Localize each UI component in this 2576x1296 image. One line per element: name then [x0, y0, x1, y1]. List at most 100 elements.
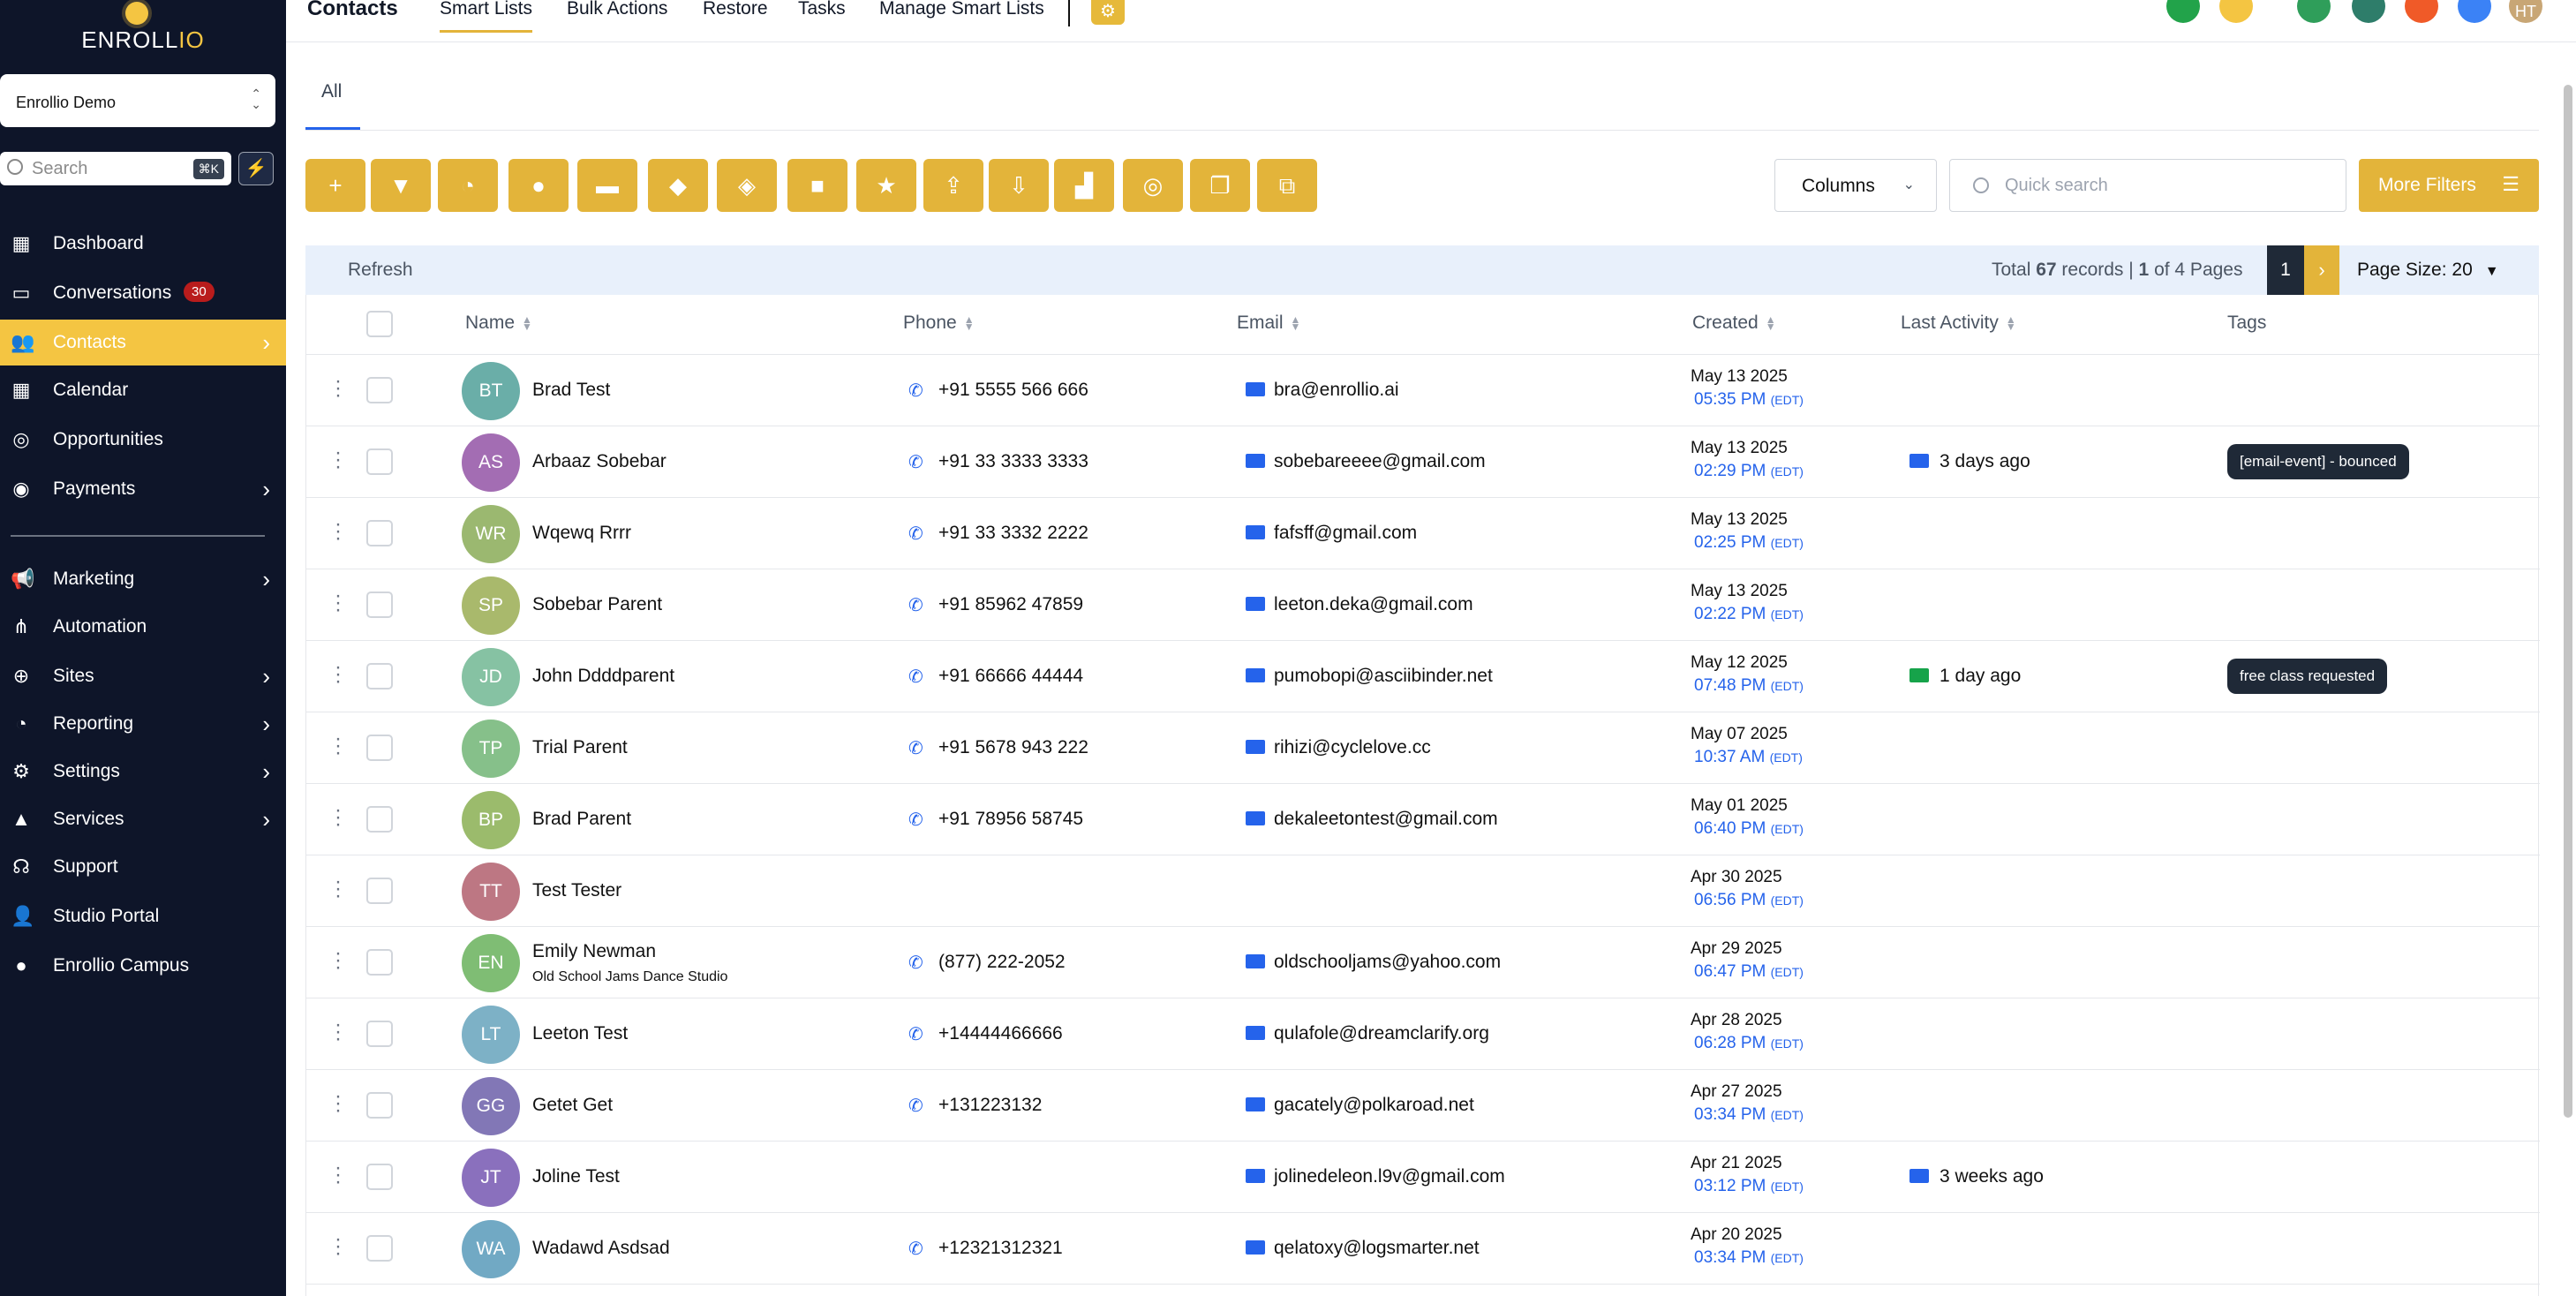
contact-email[interactable]: jolinedeleon.l9v@gmail.com	[1274, 1166, 1505, 1187]
whatsapp-button[interactable]: ◎	[1123, 159, 1183, 212]
table-row[interactable]: · · · GG Getet Get ✆ +131223132 gacately@polkar…	[306, 1070, 2540, 1142]
contact-name[interactable]: Emily Newman	[532, 941, 656, 962]
table-row[interactable]: · · · BP Brad Parent ✆ +91 78956 58745 dekaleet…	[306, 784, 2540, 855]
contact-name[interactable]: John Ddddparent	[532, 666, 674, 687]
header-name[interactable]: Name ▲ ▼	[465, 313, 532, 334]
contact-phone[interactable]: +12321312321	[938, 1238, 1063, 1259]
phone-icon[interactable]: ✆	[908, 594, 923, 616]
table-row[interactable]: · · · JT Joline Test jolinedeleon.l9v@gmail.c…	[306, 1142, 2540, 1213]
row-menu-icon[interactable]: · · ·	[335, 800, 342, 835]
row-checkbox[interactable]	[366, 1235, 393, 1262]
row-menu-icon[interactable]: · · ·	[335, 514, 342, 549]
contact-name[interactable]: Wadawd Asdsad	[532, 1238, 670, 1259]
phone-icon[interactable]: ✆	[908, 523, 923, 545]
sidebar-item-automation[interactable]: ⋔ Automation	[0, 604, 286, 650]
merge-button[interactable]: ⧉	[1257, 159, 1317, 212]
contact-phone[interactable]: +91 33 3332 2222	[938, 523, 1088, 544]
row-checkbox[interactable]	[366, 878, 393, 904]
page-scrollbar[interactable]	[2564, 85, 2572, 1118]
workflow-button[interactable]: ◔	[438, 159, 498, 212]
contact-email[interactable]: sobebareeee@gmail.com	[1274, 451, 1486, 472]
mail-icon[interactable]	[1246, 1097, 1265, 1111]
refresh-button[interactable]: Refresh	[348, 260, 413, 281]
select-all-checkbox[interactable]	[366, 311, 393, 337]
sidebar-item-calendar[interactable]: ▦ Calendar	[0, 367, 286, 413]
row-menu-icon[interactable]: · · ·	[335, 1157, 342, 1193]
sidebar-item-enrollio-campus[interactable]: ● Enrollio Campus	[0, 943, 286, 989]
phone-icon[interactable]: ✆	[908, 737, 923, 759]
add-tag-button[interactable]: ◆	[648, 159, 708, 212]
row-checkbox[interactable]	[366, 520, 393, 546]
contact-phone[interactable]: +91 5555 566 666	[938, 380, 1088, 401]
tag-badge[interactable]: [email-event] - bounced	[2227, 444, 2409, 479]
email-button[interactable]: ▬	[577, 159, 637, 212]
delete-button[interactable]: ■	[787, 159, 847, 212]
sidebar-item-reporting[interactable]: ◔ Reporting ›	[0, 701, 286, 747]
contact-email[interactable]: fafsff@gmail.com	[1274, 523, 1417, 544]
table-row[interactable]: · · · LT Leeton Test ✆ +14444466666 qulafole@dr…	[306, 998, 2540, 1070]
phone-icon[interactable]	[2297, 0, 2331, 23]
contact-phone[interactable]: +91 78956 58745	[938, 809, 1083, 830]
row-menu-icon[interactable]: · · ·	[335, 442, 342, 478]
contact-name[interactable]: Brad Parent	[532, 809, 631, 830]
contact-email[interactable]: bra@enrollio.ai	[1274, 380, 1399, 401]
contact-name[interactable]: Arbaaz Sobebar	[532, 451, 667, 472]
table-row[interactable]: · · · TT Test Tester Apr 30 2025 06:56 PM (EDT…	[306, 855, 2540, 927]
mail-icon[interactable]	[1246, 597, 1265, 611]
account-switcher[interactable]: Enrollio Demo ⌃ ⌄	[0, 74, 275, 127]
mail-icon[interactable]	[1246, 668, 1265, 682]
help-icon[interactable]	[2458, 0, 2491, 23]
row-checkbox[interactable]	[366, 949, 393, 976]
mail-icon[interactable]	[1246, 1026, 1265, 1040]
tab-restore[interactable]: Restore	[703, 0, 768, 19]
contact-name[interactable]: Joline Test	[532, 1166, 620, 1187]
row-menu-icon[interactable]: · · ·	[335, 1229, 342, 1264]
row-checkbox[interactable]	[366, 591, 393, 618]
sidebar-item-contacts[interactable]: 👥 Contacts ›	[0, 320, 286, 365]
sidebar-search[interactable]: Search ⌘K	[0, 152, 231, 185]
sidebar-item-payments[interactable]: ◉ Payments ›	[0, 466, 286, 512]
phone-icon[interactable]: ✆	[908, 952, 923, 974]
contact-name[interactable]: Leeton Test	[532, 1023, 628, 1044]
sidebar-item-support[interactable]: ☊ Support	[0, 844, 286, 890]
mail-icon[interactable]	[1246, 954, 1265, 968]
phone-icon[interactable]: ✆	[908, 1238, 923, 1260]
contact-name[interactable]: Test Tester	[532, 880, 621, 901]
row-menu-icon[interactable]: · · ·	[335, 1014, 342, 1050]
megaphone-icon[interactable]	[2166, 0, 2200, 23]
contact-phone[interactable]: +91 33 3333 3333	[938, 451, 1088, 472]
review-request-button[interactable]: ★	[856, 159, 916, 212]
export-button[interactable]: ⇪	[923, 159, 983, 212]
sidebar-item-opportunities[interactable]: ◎ Opportunities	[0, 417, 286, 463]
table-row[interactable]: · · · JD John Ddddparent ✆ +91 66666 44444 pumo…	[306, 641, 2540, 712]
phone-icon[interactable]: ✆	[908, 1095, 923, 1117]
contact-email[interactable]: leeton.deka@gmail.com	[1274, 594, 1473, 615]
row-menu-icon[interactable]: · · ·	[335, 871, 342, 907]
contact-phone[interactable]: +131223132	[938, 1095, 1042, 1116]
tag-badge[interactable]: free class requested	[2227, 659, 2388, 694]
table-row[interactable]: · · · AS Arbaaz Sobebar ✆ +91 33 3333 3333 sobe…	[306, 426, 2540, 498]
bell-icon[interactable]	[2405, 0, 2438, 23]
table-row[interactable]: · · · WA Wadawd Asdsad ✆ +12321312321 qelatoxy@…	[306, 1213, 2540, 1285]
opportunity-button[interactable]: ▟	[1054, 159, 1114, 212]
duplicate-button[interactable]: ❐	[1190, 159, 1250, 212]
mail-icon[interactable]	[1246, 740, 1265, 754]
import-button[interactable]: ⇩	[989, 159, 1049, 212]
contact-name[interactable]: Wqewq Rrrr	[532, 523, 631, 544]
contact-email[interactable]: pumobopi@asciibinder.net	[1274, 666, 1493, 687]
sidebar-item-conversations[interactable]: ▭ Conversations 30	[0, 270, 286, 316]
announcement-icon[interactable]	[2352, 0, 2385, 23]
filter-button[interactable]: ▼	[371, 159, 431, 212]
sidebar-item-marketing[interactable]: 📢 Marketing ›	[0, 556, 286, 602]
table-row[interactable]: · · · BT Brad Test ✆ +91 5555 566 666 bra@enrol…	[306, 355, 2540, 426]
mail-icon[interactable]	[1246, 1169, 1265, 1183]
remove-tag-button[interactable]: ◈	[717, 159, 777, 212]
notes-icon[interactable]	[2219, 0, 2253, 23]
contact-phone[interactable]: +91 85962 47859	[938, 594, 1083, 615]
table-row[interactable]: · · · EN Emily Newman Old School Jams Dance S…	[306, 927, 2540, 998]
quick-search-input[interactable]: Quick search	[1949, 159, 2346, 212]
row-checkbox[interactable]	[366, 1164, 393, 1190]
sms-button[interactable]: ●	[508, 159, 569, 212]
contact-email[interactable]: qelatoxy@logsmarter.net	[1274, 1238, 1480, 1259]
row-menu-icon[interactable]: · · ·	[335, 585, 342, 621]
